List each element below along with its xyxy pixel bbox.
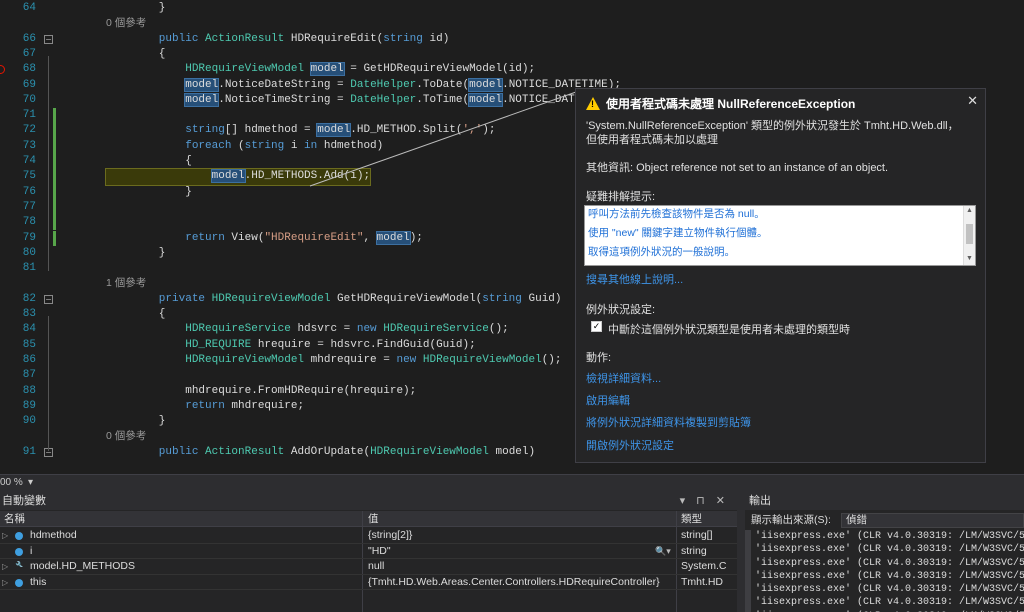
warning-icon (586, 97, 600, 110)
autos-title-bar: 自動變數 ▾ ⊓ ✕ (0, 492, 737, 510)
zoom-level[interactable]: 00 % (0, 477, 23, 488)
expand-icon[interactable]: ▷ (2, 528, 8, 544)
autos-row[interactable]: i "HD" 🔍▾ string (0, 544, 737, 560)
variable-icon (15, 547, 23, 556)
output-source-select[interactable]: 偵錯 (841, 513, 1024, 528)
tips-list[interactable]: 呼叫方法前先檢查該物件是否為 null。 使用 "new" 關鍵字建立物件執行個… (584, 205, 976, 266)
output-scrollbar[interactable] (745, 530, 751, 612)
tip-link[interactable]: 使用 "new" 關鍵字建立物件執行個體。 (588, 226, 768, 240)
variable-icon (15, 532, 23, 540)
panel-divider[interactable] (737, 492, 745, 612)
enable-editing-link[interactable]: 啟用編輯 (586, 392, 630, 408)
search-more-help-link[interactable]: 搜尋其他線上說明... (586, 271, 683, 287)
scroll-down-icon[interactable]: ▼ (966, 255, 973, 262)
output-title: 輸出 (745, 492, 1024, 510)
message-line-2: 但使用者程式碼未加以處理 (586, 134, 718, 146)
zoom-dropdown-icon[interactable]: ▾ (28, 477, 33, 488)
output-line: 'iisexpress.exe' (CLR v4.0.30319: /LM/W3… (755, 544, 1024, 556)
variable-type: Tmht.HD (681, 575, 723, 588)
variable-value[interactable]: "HD" (368, 544, 668, 560)
editor-status-strip: 00 % ▾ (0, 474, 1024, 492)
variable-value[interactable]: {Tmht.HD.Web.Areas.Center.Controllers.HD… (368, 575, 668, 591)
autos-column-headers: 名稱 值 類型 (0, 511, 737, 527)
tips-scrollbar[interactable]: ▲ ▼ (963, 206, 975, 265)
panel-buttons[interactable]: ▾ ⊓ ✕ (680, 492, 729, 510)
autos-row[interactable]: ▷ this {Tmht.HD.Web.Areas.Center.Controlle… (0, 575, 737, 591)
variable-value[interactable]: null (368, 559, 668, 575)
break-on-exception-checkbox[interactable]: ✓ (591, 321, 602, 332)
variable-name: i (30, 544, 33, 557)
output-line: 'iisexpress.exe' (CLR v4.0.30319: /LM/W3… (755, 597, 1024, 609)
autos-title: 自動變數 (2, 495, 46, 507)
property-icon: 🔧 (15, 561, 23, 568)
checkbox-label: 中斷於這個例外狀況類型是使用者未處理的類型時 (608, 324, 850, 336)
variable-name: model.HD_METHODS (30, 560, 136, 573)
column-name[interactable]: 名稱 (4, 511, 25, 527)
open-exception-settings-link[interactable]: 開啟例外狀況設定 (586, 437, 674, 453)
output-line: 'iisexpress.exe' (CLR v4.0.30319: /LM/W3… (755, 557, 1024, 569)
close-icon[interactable]: ✕ (967, 93, 978, 109)
variable-type: string[] (681, 529, 713, 541)
copy-details-link[interactable]: 將例外狀況詳細資料複製到剪貼簿 (586, 414, 751, 430)
exception-title-text: 使用者程式碼未處理 NullReferenceException (606, 97, 856, 111)
view-details-link[interactable]: 檢視詳細資料... (586, 370, 661, 386)
tip-link[interactable]: 取得這項例外狀況的一般說明。 (588, 245, 735, 259)
variable-icon (15, 578, 23, 587)
output-panel: 輸出 顯示輸出來源(S): 偵錯 'iisexpress.exe' (CLR v… (745, 492, 1024, 612)
additional-info: 其他資訊: Object reference not set to an ins… (586, 162, 889, 174)
visualizer-icon[interactable]: 🔍▾ (655, 544, 671, 560)
autos-row[interactable]: ▷ 🔧 model.HD_METHODS null System.C (0, 559, 737, 575)
actions-heading: 動作: (586, 352, 612, 364)
tip-link[interactable]: 呼叫方法前先檢查該物件是否為 null。 (588, 207, 765, 221)
scroll-thumb[interactable] (966, 224, 973, 244)
expand-icon[interactable]: ▷ (2, 559, 8, 575)
variable-name: this (30, 575, 47, 588)
scroll-up-icon[interactable]: ▲ (966, 207, 973, 214)
output-source-value: 偵錯 (846, 514, 867, 526)
exception-message: 'System.NullReferenceException' 類型的例外狀況發… (586, 119, 976, 147)
message-line-1: 'System.NullReferenceException' 類型的例外狀況發… (586, 120, 959, 132)
exception-helper-popup: 使用者程式碼未處理 NullReferenceException ✕ 'Syst… (575, 88, 986, 463)
variable-type: string (681, 544, 707, 557)
autos-panel: 自動變數 ▾ ⊓ ✕ 名稱 值 類型 ▷ hdmethod {string[2]} s… (0, 492, 737, 612)
exception-title: 使用者程式碼未處理 NullReferenceException (586, 94, 976, 114)
settings-heading: 例外狀況設定: (586, 304, 656, 316)
variable-name: hdmethod (30, 529, 77, 541)
variable-type: System.C (681, 560, 727, 573)
output-text: 'iisexpress.exe' (CLR v4.0.30319: /LM/W3… (755, 530, 1024, 612)
expand-icon[interactable]: ▷ (2, 575, 8, 591)
output-line: 'iisexpress.exe' (CLR v4.0.30319: /LM/W3… (755, 570, 1024, 582)
tips-heading: 疑難排解提示: (586, 191, 656, 203)
autos-row[interactable]: ▷ hdmethod {string[2]} string[] (0, 528, 737, 544)
output-line: 'iisexpress.exe' (CLR v4.0.30319: /LM/W3… (755, 584, 1024, 596)
column-value[interactable]: 值 (368, 511, 379, 527)
output-line: 'iisexpress.exe' (CLR v4.0.30319: /LM/W3… (755, 531, 1024, 542)
column-type[interactable]: 類型 (681, 511, 702, 527)
variable-value[interactable]: {string[2]} (368, 528, 668, 544)
